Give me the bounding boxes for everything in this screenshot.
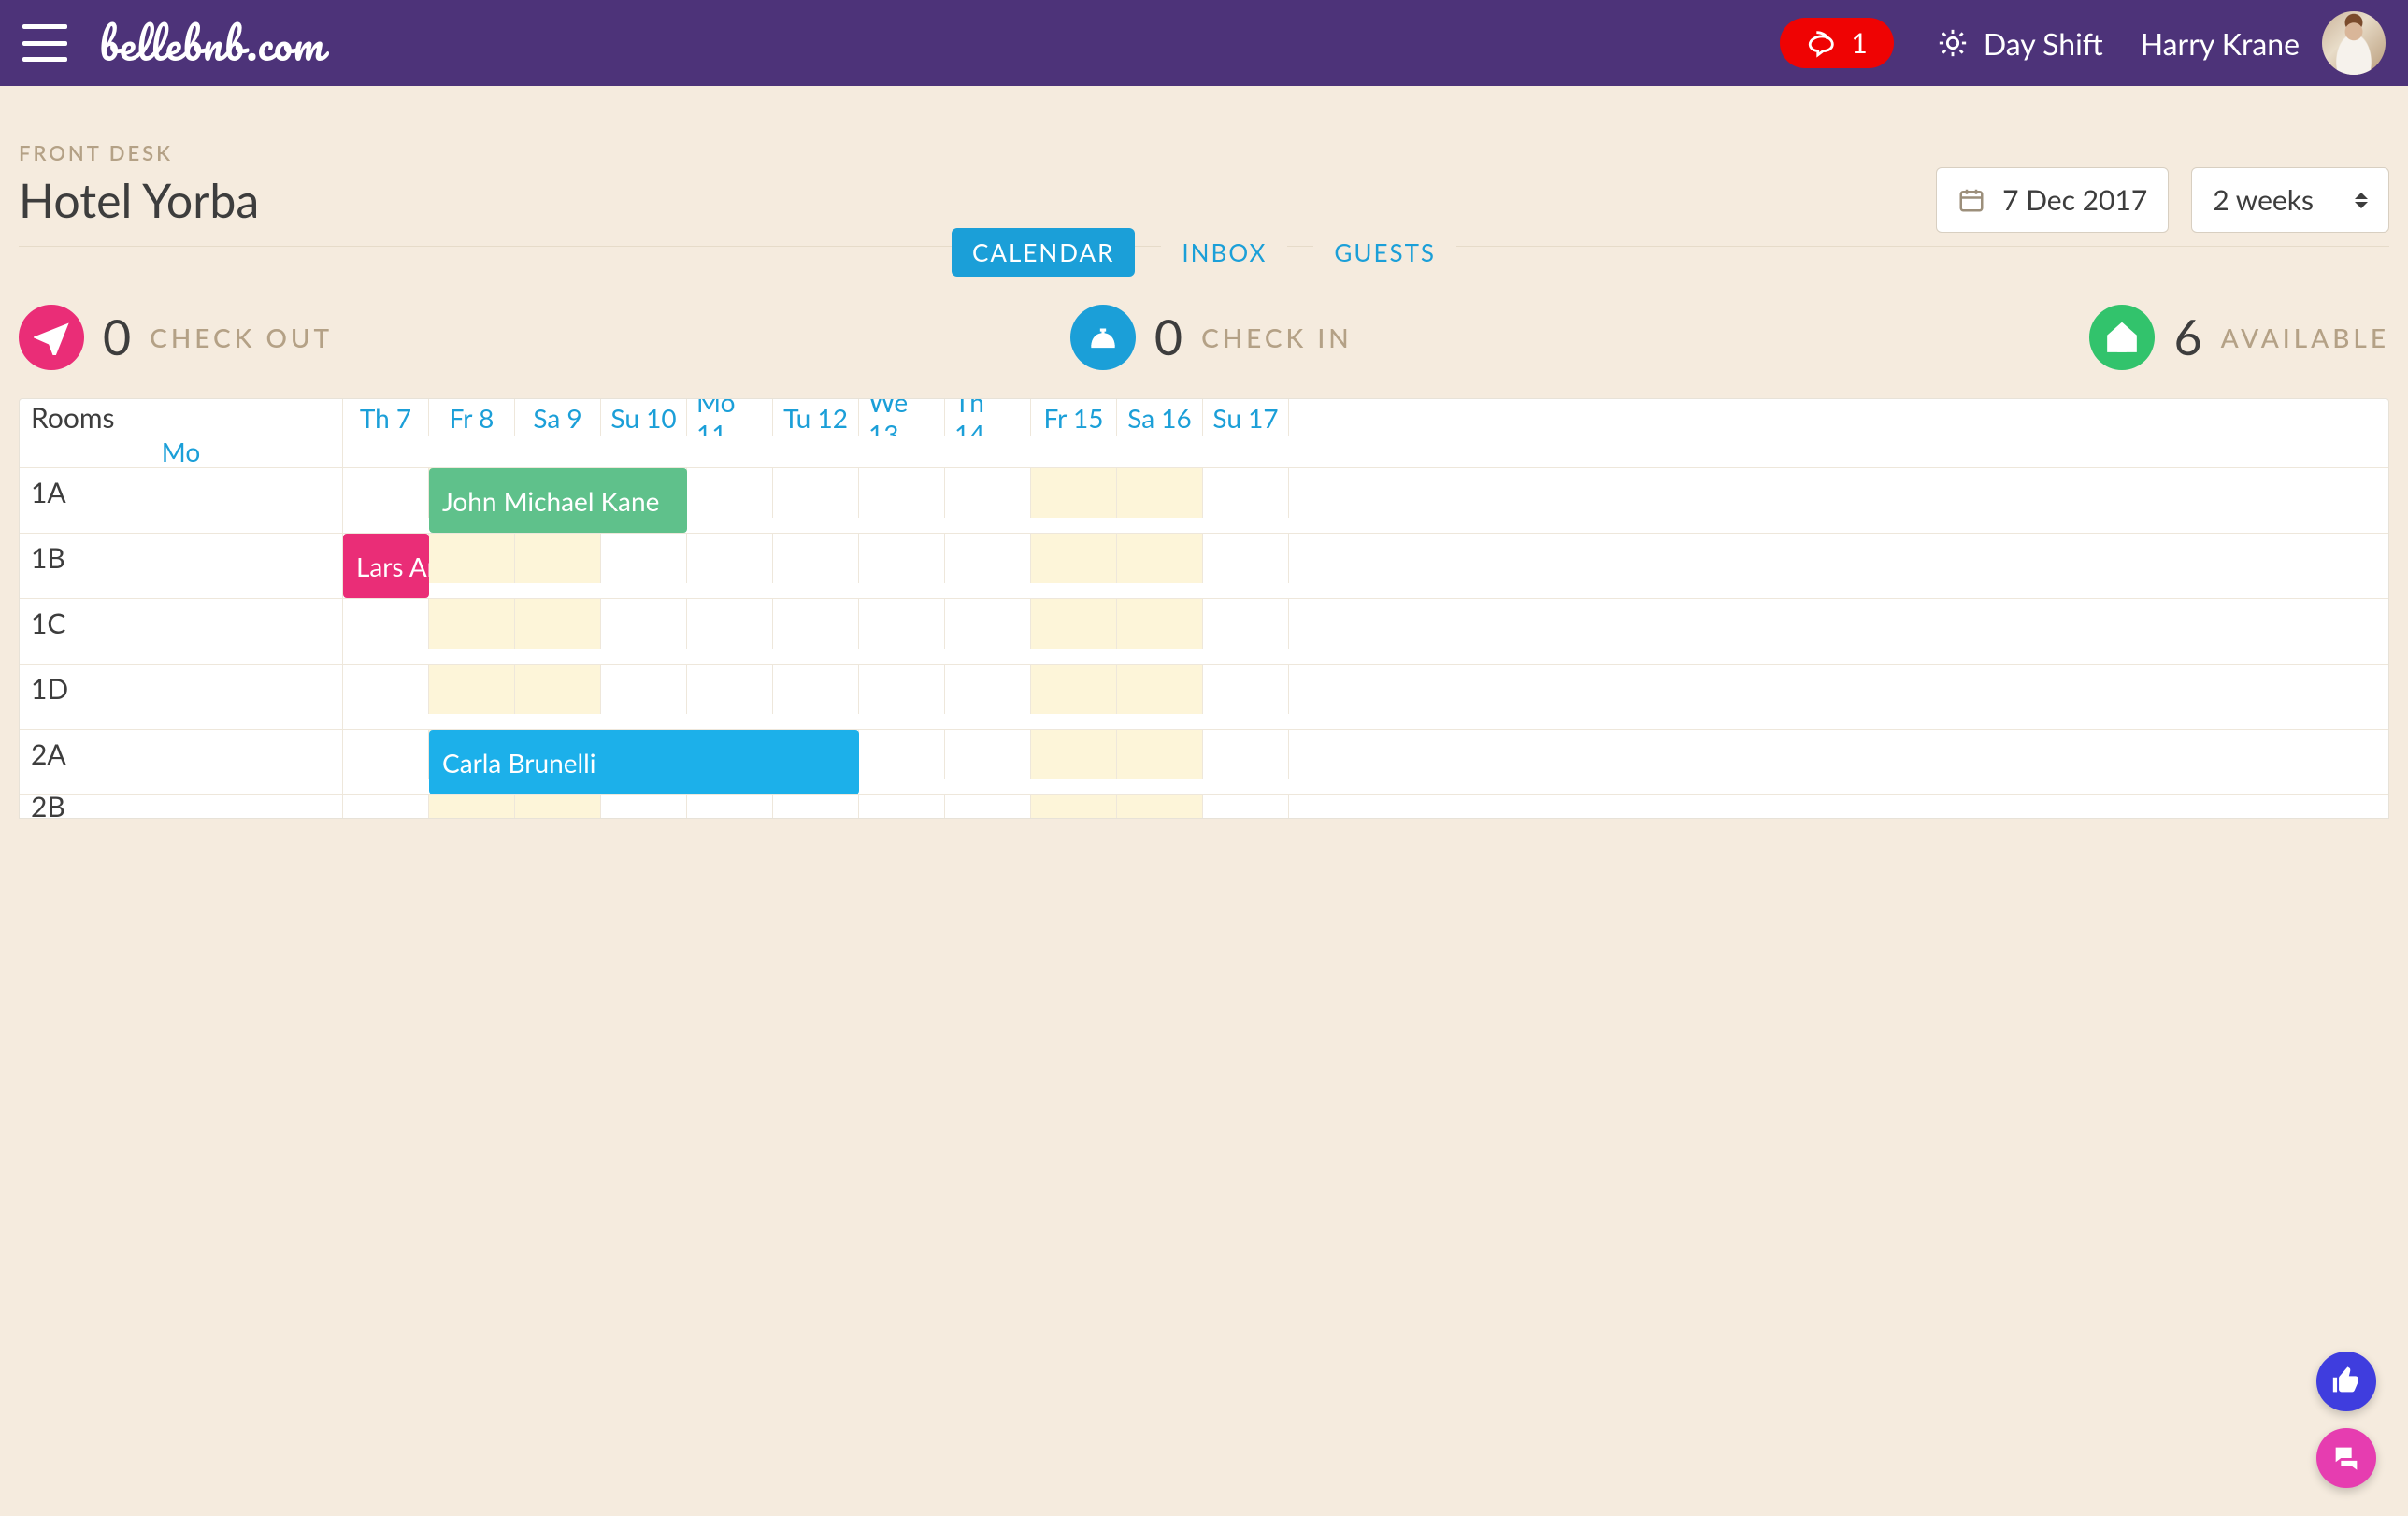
day-header[interactable]: Su 10	[601, 399, 687, 436]
plane-icon	[19, 305, 84, 370]
day-header[interactable]: Mo	[20, 436, 343, 467]
day-header[interactable]: Sa 16	[1117, 399, 1203, 436]
room-label: 2A	[20, 730, 343, 779]
avatar[interactable]	[2322, 11, 2386, 75]
date-picker[interactable]: 7 Dec 2017	[1936, 167, 2169, 233]
app-header: bellebnb.com 1 Day Shift Harry Krane	[0, 0, 2408, 86]
day-header[interactable]: Tu 12	[773, 399, 859, 436]
user-name[interactable]: Harry Krane	[2141, 25, 2300, 62]
tab-calendar[interactable]: CALENDAR	[952, 228, 1135, 277]
booking-carla[interactable]: Carla Brunelli	[429, 730, 859, 794]
table-row: 1D	[20, 665, 2388, 730]
room-label: 1D	[20, 665, 343, 714]
fab-like[interactable]	[2316, 1352, 2376, 1411]
day-header[interactable]: Th 14	[945, 399, 1031, 436]
stat-checkout-label: CHECK OUT	[150, 322, 333, 353]
top-section: FRONT DESK Hotel Yorba 7 Dec 2017 2 week…	[0, 86, 2408, 279]
calendar-grid: Rooms Th 7 Fr 8 Sa 9 Su 10 Mo 11 Tu 12 W…	[19, 398, 2389, 819]
room-label: 1C	[20, 599, 343, 649]
bell-icon	[1070, 305, 1136, 370]
home-icon	[2089, 305, 2155, 370]
stat-checkin[interactable]: 0 CHECK IN	[1070, 305, 1353, 370]
table-row: 1C	[20, 599, 2388, 665]
range-select-value: 2 weeks	[2213, 183, 2314, 217]
room-label: 1A	[20, 468, 343, 518]
stat-available-num: 6	[2173, 308, 2201, 366]
table-row: 2A Carla Brunelli	[20, 730, 2388, 795]
breadcrumb: FRONT DESK	[19, 140, 2389, 165]
table-row: 2B	[20, 795, 2388, 818]
range-select[interactable]: 2 weeks	[2191, 167, 2389, 233]
stat-checkout-num: 0	[103, 308, 131, 366]
stat-checkin-num: 0	[1154, 308, 1182, 366]
calendar-header-row: Rooms Th 7 Fr 8 Sa 9 Su 10 Mo 11 Tu 12 W…	[20, 399, 2388, 468]
notifications-count: 1	[1851, 26, 1867, 60]
day-header[interactable]: Su 17	[1203, 399, 1289, 436]
booking-john[interactable]: John Michael Kane	[429, 468, 687, 533]
page-title: Hotel Yorba	[19, 172, 259, 228]
chat-icon	[1806, 27, 1838, 59]
table-row: 1B Lars Ar	[20, 534, 2388, 599]
stat-checkin-label: CHECK IN	[1201, 322, 1353, 353]
stats-row: 0 CHECK OUT 0 CHECK IN 6 AVAILABLE	[0, 279, 2408, 398]
stat-available-label: AVAILABLE	[2221, 322, 2389, 353]
menu-icon[interactable]	[22, 24, 67, 62]
date-picker-value: 7 Dec 2017	[2002, 183, 2147, 217]
sun-icon	[1937, 27, 1969, 59]
room-label: 2B	[20, 795, 343, 818]
tab-guests[interactable]: GUESTS	[1313, 228, 1456, 277]
brand-logo[interactable]: bellebnb.com	[99, 7, 324, 79]
calendar-icon	[1957, 186, 1985, 214]
day-header[interactable]: Fr 8	[429, 399, 515, 436]
tab-inbox[interactable]: INBOX	[1161, 228, 1287, 277]
thumbs-up-icon	[2330, 1366, 2362, 1397]
stat-checkout[interactable]: 0 CHECK OUT	[19, 305, 333, 370]
tab-row: CALENDAR INBOX GUESTS	[19, 246, 2389, 277]
table-row: 1A John Michael Kane	[20, 468, 2388, 534]
notifications-pill[interactable]: 1	[1780, 18, 1893, 68]
day-header[interactable]: Fr 15	[1031, 399, 1117, 436]
fab-chat[interactable]	[2316, 1428, 2376, 1488]
day-header[interactable]: Th 7	[343, 399, 429, 436]
shift-toggle[interactable]: Day Shift	[1937, 25, 2103, 62]
shift-label: Day Shift	[1984, 25, 2103, 62]
stat-available[interactable]: 6 AVAILABLE	[2089, 305, 2389, 370]
chat-bubbles-icon	[2330, 1442, 2362, 1474]
day-header[interactable]: Mo 11	[687, 399, 773, 436]
booking-lars[interactable]: Lars Ar	[343, 534, 429, 598]
select-caret-icon	[2355, 193, 2368, 208]
rooms-header: Rooms	[20, 399, 343, 436]
day-header[interactable]: We 13	[859, 399, 945, 436]
room-label: 1B	[20, 534, 343, 583]
day-header[interactable]: Sa 9	[515, 399, 601, 436]
